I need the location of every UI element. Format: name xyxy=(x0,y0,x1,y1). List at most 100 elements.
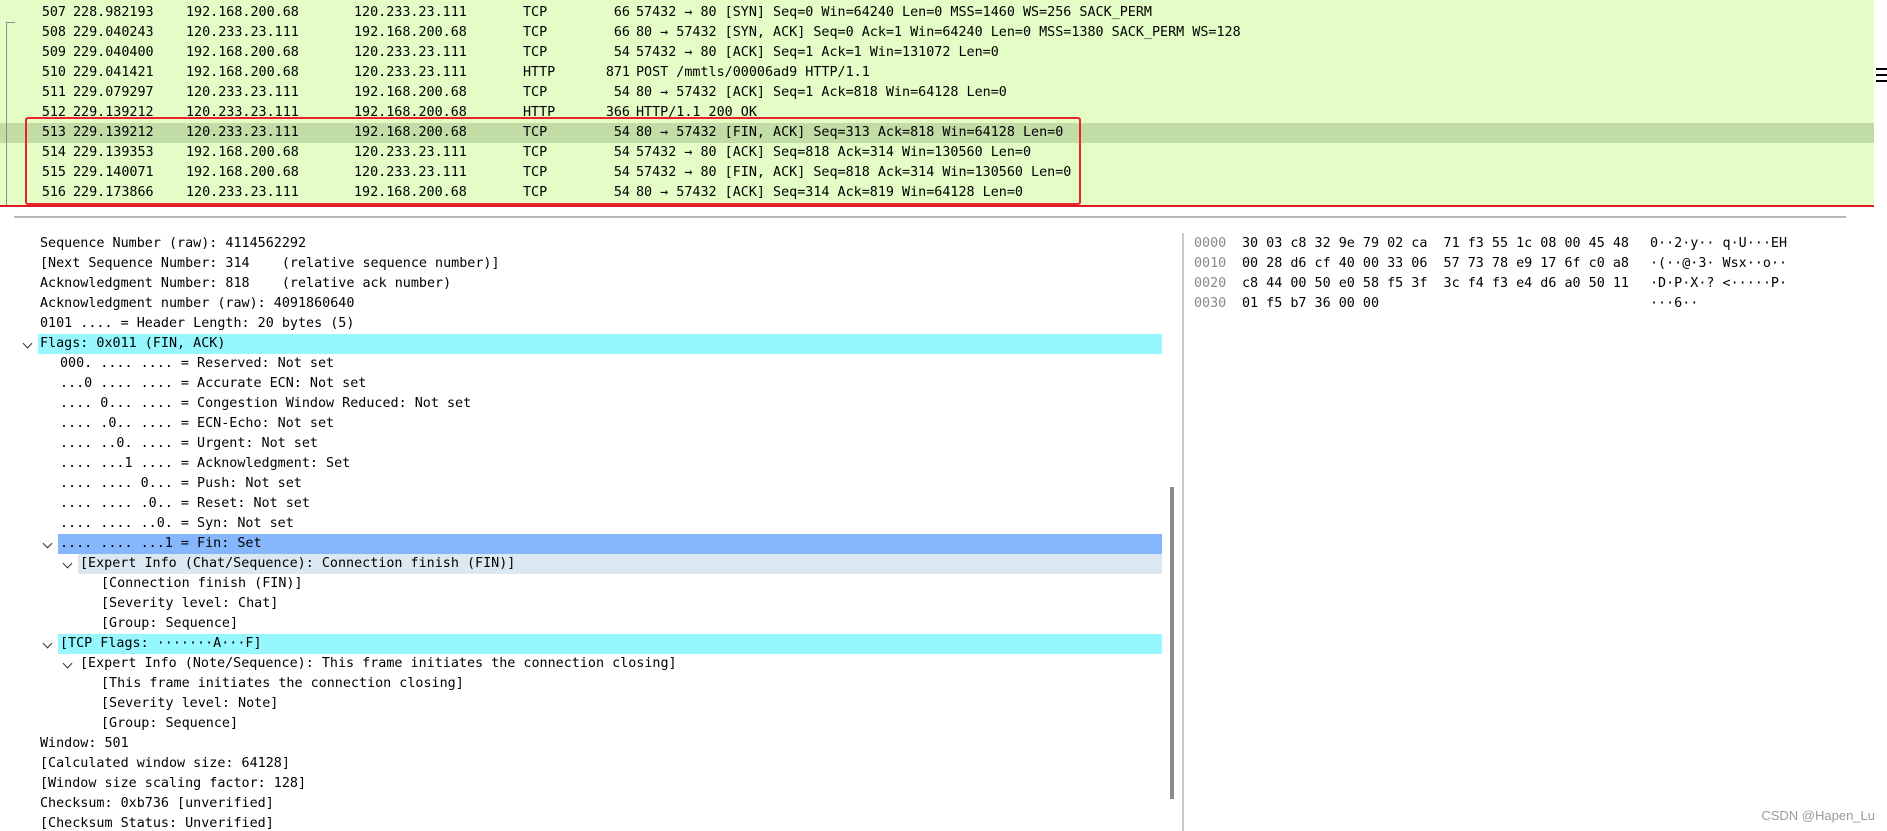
packet-row[interactable]: 508 229.040243 120.233.23.111 192.168.200.6… xyxy=(0,23,1874,43)
bytes-row[interactable]: 0020 c8 44 00 50 e0 58 f5 3f 3c f4 f3 e4 … xyxy=(1186,274,1887,294)
packet-bytes-pane[interactable]: 0000 30 03 c8 32 9e 79 02 ca 71 f3 55 1c … xyxy=(1186,233,1887,831)
packet-info: 57432 → 80 [SYN] Seq=0 Win=64240 Len=0 M… xyxy=(636,5,1152,20)
packet-time: 228.982193 xyxy=(73,5,154,20)
bytes-hex: 30 03 c8 32 9e 79 02 ca 71 f3 55 1c 08 0… xyxy=(1242,236,1629,251)
packet-destination: 192.168.200.68 xyxy=(354,85,467,100)
packet-source: 192.168.200.68 xyxy=(186,65,299,80)
packet-details-tree[interactable]: Sequence Number (raw): 4114562292 [Next S… xyxy=(0,233,1162,831)
packet-info: 57432 → 80 [ACK] Seq=1 Ack=1 Win=131072 … xyxy=(636,45,999,60)
detail-text: [This frame initiates the connection clo… xyxy=(101,676,464,691)
packet-source: 120.233.23.111 xyxy=(186,85,299,100)
packet-info: 80 → 57432 [SYN, ACK] Seq=0 Ack=1 Win=64… xyxy=(636,25,1241,40)
bytes-ascii: ·D·P·X·? <·····P· xyxy=(1650,276,1788,291)
detail-text: [Window size scaling factor: 128] xyxy=(40,776,307,791)
detail-row[interactable]: [Checksum Status: Unverified] xyxy=(0,814,1162,831)
bytes-offset: 0000 xyxy=(1194,236,1227,251)
detail-text: [Connection finish (FIN)] xyxy=(101,576,303,591)
detail-row[interactable]: [Group: Sequence] xyxy=(0,614,1162,634)
detail-row[interactable]: [This frame initiates the connection clo… xyxy=(0,674,1162,694)
detail-text: .... 0... .... = Congestion Window Reduc… xyxy=(60,396,472,411)
detail-text: ...0 .... .... = Accurate ECN: Not set xyxy=(60,376,367,391)
packet-source: 192.168.200.68 xyxy=(186,5,299,20)
detail-row[interactable]: .... .0.. .... = ECN-Echo: Not set xyxy=(0,414,1162,434)
detail-text: .... .... 0... = Push: Not set xyxy=(60,476,302,491)
detail-row[interactable]: [TCP Flags: ·······A···F] xyxy=(42,634,1162,654)
detail-row[interactable]: Acknowledgment number (raw): 4091860640 xyxy=(0,294,1162,314)
chevron-down-icon[interactable] xyxy=(42,638,53,649)
detail-text: Sequence Number (raw): 4114562292 xyxy=(40,236,307,251)
packet-list-scroll-thumb[interactable] xyxy=(1874,66,1887,90)
detail-row[interactable]: [Connection finish (FIN)] xyxy=(0,574,1162,594)
bytes-hex: 00 28 d6 cf 40 00 33 06 57 73 78 e9 17 6… xyxy=(1242,256,1629,271)
detail-text: [Group: Sequence] xyxy=(101,716,239,731)
detail-text: Flags: 0x011 (FIN, ACK) xyxy=(40,336,226,351)
bytes-ascii: ···6·· xyxy=(1650,296,1699,311)
detail-row[interactable]: [Expert Info (Chat/Sequence): Connection… xyxy=(62,554,1162,574)
detail-text: .... .0.. .... = ECN-Echo: Not set xyxy=(60,416,335,431)
detail-row[interactable]: .... 0... .... = Congestion Window Reduc… xyxy=(0,394,1162,414)
chevron-down-icon[interactable] xyxy=(42,538,53,549)
chevron-down-icon[interactable] xyxy=(62,558,73,569)
detail-text: [Group: Sequence] xyxy=(101,616,239,631)
packet-info: 80 → 57432 [ACK] Seq=1 Ack=818 Win=64128… xyxy=(636,85,1007,100)
details-bytes-divider[interactable] xyxy=(1182,233,1184,831)
bytes-offset: 0010 xyxy=(1194,256,1227,271)
detail-text: [TCP Flags: ·······A···F] xyxy=(60,636,262,651)
pane-splitter[interactable] xyxy=(14,216,1846,218)
detail-row[interactable]: .... .... ...1 = Fin: Set xyxy=(42,534,1162,554)
detail-text: 000. .... .... = Reserved: Not set xyxy=(60,356,335,371)
packet-list-scrollbar[interactable] xyxy=(1874,0,1887,222)
detail-text: [Severity level: Chat] xyxy=(101,596,279,611)
chevron-down-icon[interactable] xyxy=(22,338,33,349)
packet-length: 871 xyxy=(605,65,630,80)
packet-time: 229.040400 xyxy=(73,45,154,60)
detail-row[interactable]: 0101 .... = Header Length: 20 bytes (5) xyxy=(0,314,1162,334)
packet-number: 511 xyxy=(41,85,66,100)
watermark: CSDN @Hapen_Lu xyxy=(1761,808,1875,823)
detail-row[interactable]: [Window size scaling factor: 128] xyxy=(0,774,1162,794)
detail-text: [Expert Info (Note/Sequence): This frame… xyxy=(80,656,677,671)
chevron-down-icon[interactable] xyxy=(62,658,73,669)
detail-row[interactable]: [Severity level: Chat] xyxy=(0,594,1162,614)
conversation-bracket xyxy=(6,22,15,207)
detail-text: Acknowledgment Number: 818 (relative ack… xyxy=(40,276,452,291)
packet-length: 66 xyxy=(613,25,630,40)
details-scroll-thumb[interactable] xyxy=(1170,487,1174,799)
bytes-hex: 01 f5 b7 36 00 00 xyxy=(1242,296,1380,311)
packet-row[interactable]: 511 229.079297 120.233.23.111 192.168.200.6… xyxy=(0,83,1874,103)
detail-row[interactable]: Flags: 0x011 (FIN, ACK) xyxy=(22,334,1162,354)
bytes-row[interactable]: 0010 00 28 d6 cf 40 00 33 06 57 73 78 e9 … xyxy=(1186,254,1887,274)
packet-destination: 120.233.23.111 xyxy=(354,65,467,80)
detail-row[interactable]: [Calculated window size: 64128] xyxy=(0,754,1162,774)
detail-row[interactable]: Sequence Number (raw): 4114562292 xyxy=(0,234,1162,254)
detail-row[interactable]: .... .... .0.. = Reset: Not set xyxy=(0,494,1162,514)
bytes-row[interactable]: 0000 30 03 c8 32 9e 79 02 ca 71 f3 55 1c … xyxy=(1186,234,1887,254)
packet-length: 54 xyxy=(613,45,630,60)
packet-protocol: TCP xyxy=(523,25,548,40)
detail-row[interactable]: .... .... 0... = Push: Not set xyxy=(0,474,1162,494)
bytes-offset: 0020 xyxy=(1194,276,1227,291)
packet-row[interactable]: 510 229.041421 192.168.200.68 120.233.23.11… xyxy=(0,63,1874,83)
bytes-row[interactable]: 0030 01 f5 b7 36 00 00 ···6·· xyxy=(1186,294,1887,314)
detail-row[interactable]: Acknowledgment Number: 818 (relative ack… xyxy=(0,274,1162,294)
detail-row[interactable]: .... .... ..0. = Syn: Not set xyxy=(0,514,1162,534)
detail-row[interactable]: 000. .... .... = Reserved: Not set xyxy=(0,354,1162,374)
detail-row[interactable]: Checksum: 0xb736 [unverified] xyxy=(0,794,1162,814)
detail-row[interactable]: ...0 .... .... = Accurate ECN: Not set xyxy=(0,374,1162,394)
bytes-hex: c8 44 00 50 e0 58 f5 3f 3c f4 f3 e4 d6 a… xyxy=(1242,276,1629,291)
detail-row[interactable]: [Severity level: Note] xyxy=(0,694,1162,714)
detail-row[interactable]: Window: 501 xyxy=(0,734,1162,754)
detail-row[interactable]: .... ..0. .... = Urgent: Not set xyxy=(0,434,1162,454)
packet-row[interactable]: 507 228.982193 192.168.200.68 120.233.23.11… xyxy=(0,3,1874,23)
packet-row[interactable]: 509 229.040400 192.168.200.68 120.233.23.11… xyxy=(0,43,1874,63)
packet-length: 66 xyxy=(613,5,630,20)
detail-row[interactable]: [Group: Sequence] xyxy=(0,714,1162,734)
detail-text: .... ..0. .... = Urgent: Not set xyxy=(60,436,318,451)
detail-row[interactable]: [Expert Info (Note/Sequence): This frame… xyxy=(0,654,1162,674)
detail-row[interactable]: .... ...1 .... = Acknowledgment: Set xyxy=(0,454,1162,474)
detail-text: Window: 501 xyxy=(40,736,129,751)
detail-text: [Severity level: Note] xyxy=(101,696,279,711)
packet-info: POST /mmtls/00006ad9 HTTP/1.1 xyxy=(636,65,870,80)
detail-row[interactable]: [Next Sequence Number: 314 (relative seq… xyxy=(0,254,1162,274)
packet-time: 229.079297 xyxy=(73,85,154,100)
